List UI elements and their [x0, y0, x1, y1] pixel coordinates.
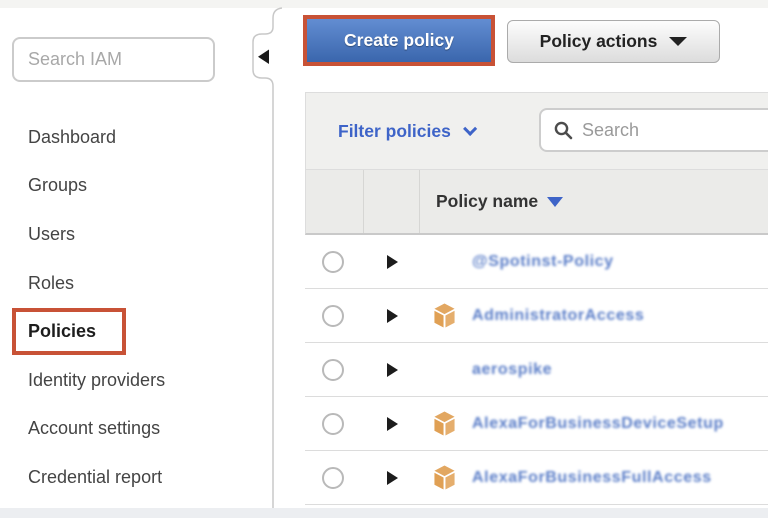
row-select-radio[interactable] [322, 251, 344, 273]
filter-policies-label: Filter policies [338, 121, 451, 142]
row-select-radio[interactable] [322, 413, 344, 435]
policy-name-link[interactable]: aerospike [472, 361, 552, 379]
policy-actions-label: Policy actions [540, 31, 658, 52]
top-edge-strip [0, 0, 768, 8]
table-row: aerospike [305, 343, 768, 397]
aws-managed-policy-icon [433, 465, 456, 490]
filter-bar: Filter policies [305, 92, 768, 170]
row-select-radio[interactable] [322, 305, 344, 327]
row-select-radio[interactable] [322, 359, 344, 381]
create-policy-button[interactable]: Create policy [307, 19, 491, 62]
expand-arrow-icon[interactable] [387, 255, 398, 269]
iam-console-page: Dashboard Groups Users Roles Policies Id… [0, 0, 768, 518]
sidebar-item-users[interactable]: Users [0, 210, 248, 259]
collapse-sidebar-icon[interactable] [258, 50, 269, 65]
sidebar-item-label: Dashboard [28, 127, 116, 148]
policy-name-header-label: Policy name [436, 191, 538, 212]
expand-arrow-icon[interactable] [387, 309, 398, 323]
search-icon [554, 121, 573, 140]
chevron-down-icon [463, 122, 477, 136]
bottom-edge-strip [0, 508, 768, 518]
sidebar-nav: Dashboard Groups Users Roles Policies Id… [0, 113, 248, 502]
table-row: AdministratorAccess [305, 289, 768, 343]
policy-name-link[interactable]: AdministratorAccess [472, 307, 644, 325]
column-divider [419, 170, 420, 233]
filter-policies-dropdown[interactable]: Filter policies [338, 93, 473, 169]
policy-name-link[interactable]: AlexaForBusinessFullAccess [472, 469, 712, 487]
aws-managed-policy-icon [433, 411, 456, 436]
sidebar-item-account-settings[interactable]: Account settings [0, 405, 248, 454]
sidebar-item-label: Groups [28, 175, 87, 196]
sidebar-item-label: Identity providers [28, 370, 165, 391]
create-policy-annotation-box: Create policy [303, 15, 495, 66]
policies-table-header: Policy name [305, 170, 768, 235]
sidebar-item-credential-report[interactable]: Credential report [0, 453, 248, 502]
search-iam-input[interactable] [12, 37, 215, 82]
policy-search-input[interactable] [582, 120, 768, 141]
expand-arrow-icon[interactable] [387, 471, 398, 485]
policy-name-sort-header[interactable]: Policy name [436, 170, 563, 233]
policies-table-body: @Spotinst-Policy AdministratorAccess aer… [305, 235, 768, 505]
policy-search-box [539, 108, 768, 152]
table-row: AlexaForBusinessDeviceSetup [305, 397, 768, 451]
iam-sidebar: Dashboard Groups Users Roles Policies Id… [0, 8, 248, 508]
column-divider [363, 170, 364, 233]
sidebar-item-label: Users [28, 224, 75, 245]
dropdown-arrow-icon [669, 37, 687, 46]
sidebar-item-label: Account settings [28, 418, 160, 439]
sidebar-item-groups[interactable]: Groups [0, 162, 248, 211]
row-select-radio[interactable] [322, 467, 344, 489]
sidebar-item-label: Roles [28, 273, 74, 294]
sidebar-item-roles[interactable]: Roles [0, 259, 248, 308]
policy-name-link[interactable]: @Spotinst-Policy [472, 253, 614, 271]
sort-arrow-icon [547, 197, 563, 207]
expand-arrow-icon[interactable] [387, 363, 398, 377]
sidebar-item-label: Credential report [28, 467, 162, 488]
sidebar-item-policies[interactable]: Policies [0, 307, 248, 356]
table-row: AlexaForBusinessFullAccess [305, 451, 768, 505]
aws-managed-policy-icon [433, 303, 456, 328]
sidebar-collapse-divider [248, 0, 288, 518]
expand-arrow-icon[interactable] [387, 417, 398, 431]
sidebar-item-dashboard[interactable]: Dashboard [0, 113, 248, 162]
sidebar-item-identity-providers[interactable]: Identity providers [0, 356, 248, 405]
sidebar-item-label: Policies [12, 308, 126, 355]
table-row: @Spotinst-Policy [305, 235, 768, 289]
policy-actions-button[interactable]: Policy actions [507, 20, 720, 63]
policy-name-link[interactable]: AlexaForBusinessDeviceSetup [472, 415, 724, 433]
